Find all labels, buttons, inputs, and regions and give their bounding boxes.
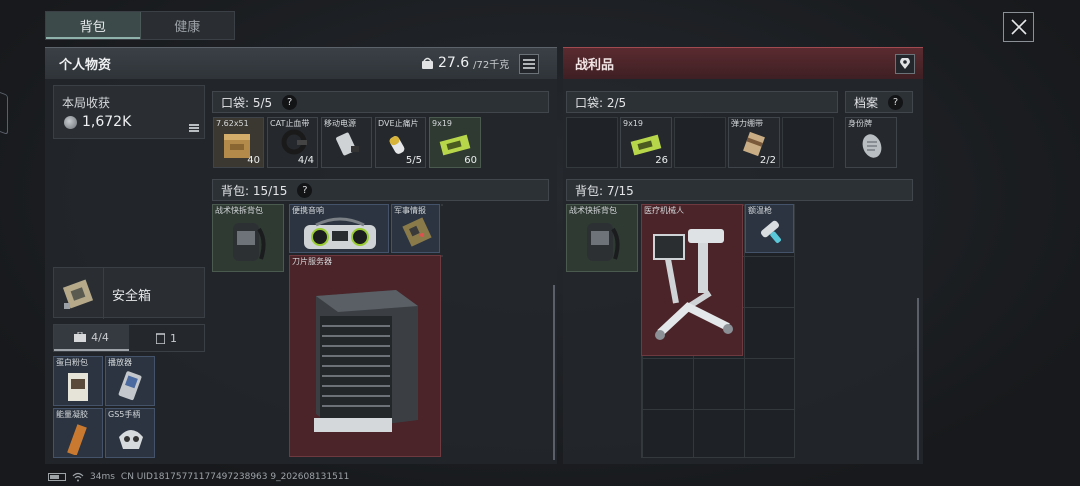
backpack-item-intel[interactable]: 军事情报 [391, 204, 440, 253]
pocket-help-icon[interactable]: ? [282, 94, 298, 110]
safe-item-player[interactable]: 播放器 [105, 356, 155, 406]
archive-item-dog-tag[interactable]: 身份牌 [845, 117, 897, 168]
harvest-value-row: 1,672K [64, 114, 131, 130]
pouch-icon [156, 333, 165, 344]
safe-item-gamepad[interactable]: GS5手柄 [105, 408, 155, 458]
loot-pocket-label: 口袋: 2/5 [575, 95, 627, 110]
backpack-icon [587, 223, 620, 261]
sort-button[interactable] [519, 54, 539, 74]
loot-panel-title: 战利品 [575, 58, 615, 73]
left-scrollbar[interactable] [553, 285, 555, 460]
top-tabs: 背包 健康 [45, 11, 235, 40]
medical-robot-icon [653, 229, 733, 340]
loot-pocket-empty-slot[interactable] [674, 117, 726, 168]
pocket-item-tourniquet[interactable]: CAT止血带 4/4 [267, 117, 318, 168]
safe-box-label: 安全箱 [112, 289, 152, 304]
safe-box-slot [54, 268, 104, 319]
backpack-label: 背包: 15/15 [221, 183, 288, 198]
personal-panel-title: 个人物资 [59, 58, 112, 73]
medkit-icon [74, 332, 87, 342]
list-icon [523, 59, 535, 69]
archive-label: 档案 [854, 95, 879, 110]
loot-pocket-empty-slot[interactable] [782, 117, 834, 168]
circuit-board-icon [402, 217, 432, 247]
thermometer-gun-icon [760, 220, 781, 244]
pocket-label: 口袋: 5/5 [221, 95, 273, 110]
pocket-item-ammo-9x19[interactable]: 9x19 60 [429, 117, 481, 168]
protein-pack-icon [68, 373, 88, 401]
loot-pocket-empty-slot[interactable] [566, 117, 618, 168]
loot-panel-header: 战利品 [563, 47, 923, 79]
gamepad-icon [119, 430, 143, 449]
harvest-detail-icon[interactable] [189, 124, 199, 132]
status-bar: 34ms CN UID18175771177497238963 9_202608… [48, 472, 349, 482]
safe-box-grid: 蛋白粉包 播放器 能量凝胶 GS5手柄 [53, 356, 157, 458]
ping-value: 34ms [90, 472, 115, 482]
pocket-item-painkiller[interactable]: DVE止痛片 5/5 [375, 117, 426, 168]
backpack-icon [233, 223, 266, 261]
pill-icon [389, 136, 405, 154]
loot-backpack-tactical-bag[interactable]: 战术快拆背包 [566, 204, 638, 272]
tourniquet-icon [281, 129, 307, 155]
pocket-item-ammo-762[interactable]: 7.62x51 40 [213, 117, 264, 168]
pocket-bar: 口袋: 5/5 ? [212, 91, 549, 113]
tab-pouch[interactable]: 1 [129, 325, 204, 351]
power-bank-icon [336, 132, 359, 156]
backpack-help-icon[interactable]: ? [297, 182, 313, 198]
loot-location-button[interactable] [895, 54, 915, 74]
loot-backpack-medical-robot[interactable]: 医疗机械人 [641, 204, 743, 356]
personal-panel-header: 个人物资 27.6/72千克 [45, 47, 557, 79]
coin-icon [64, 115, 77, 129]
player-icon [118, 371, 142, 401]
boombox-icon [304, 217, 376, 249]
container-tabs: 4/4 1 [53, 324, 205, 352]
harvest-value: 1,672K [82, 114, 132, 130]
backpack-item-blade-server[interactable]: 刀片服务器 [289, 255, 441, 457]
weight-indicator: 27.6/72千克 [421, 55, 509, 71]
location-pin-icon [900, 58, 910, 69]
safe-item-protein[interactable]: 蛋白粉包 [53, 356, 103, 406]
uid-text: CN UID18175771177497238963 9_20260813151… [120, 472, 350, 482]
tab-backpack[interactable]: 背包 [46, 12, 141, 39]
tab-health[interactable]: 健康 [141, 12, 235, 39]
loot-backpack-bar: 背包: 7/15 [566, 179, 913, 201]
weight-value: 27.6 [438, 55, 470, 71]
loot-pocket-bandage[interactable]: 弹力绷带 2/2 [728, 117, 780, 168]
tab-medkit[interactable]: 4/4 [54, 325, 129, 351]
close-button[interactable] [1003, 12, 1034, 42]
backpack-item-tactical-bag[interactable]: 战术快拆背包 [212, 204, 284, 272]
bandage-icon [743, 131, 765, 157]
dog-tag-icon [862, 134, 882, 158]
energy-gel-icon [67, 424, 87, 455]
battery-icon [48, 473, 66, 481]
loot-backpack-thermometer[interactable]: 额温枪 [745, 204, 794, 253]
backpack-bar: 背包: 15/15 ? [212, 179, 549, 201]
backpack-item-boombox[interactable]: 便携音响 [289, 204, 389, 253]
pocket-item-power-bank[interactable]: 移动电源 [321, 117, 372, 168]
harvest-label: 本局收获 [62, 96, 111, 110]
wifi-icon [72, 472, 84, 482]
loot-pocket-ammo-9x19[interactable]: 9x19 26 [620, 117, 672, 168]
archive-bar: 档案 ? [845, 91, 913, 113]
side-handle [0, 89, 8, 135]
blade-server-icon [314, 290, 418, 432]
weight-max: /72千克 [473, 59, 510, 71]
weight-icon [422, 57, 433, 69]
round-harvest: 本局收获 1,672K [53, 85, 205, 139]
safe-icon [62, 279, 93, 309]
right-scrollbar[interactable] [917, 298, 919, 460]
safe-box[interactable]: 安全箱 [53, 267, 205, 319]
close-icon [1010, 19, 1027, 35]
loot-backpack-label: 背包: 7/15 [575, 183, 634, 198]
loot-pocket-bar: 口袋: 2/5 [566, 91, 838, 113]
archive-help-icon[interactable]: ? [888, 94, 904, 110]
safe-item-energy-gel[interactable]: 能量凝胶 [53, 408, 103, 458]
